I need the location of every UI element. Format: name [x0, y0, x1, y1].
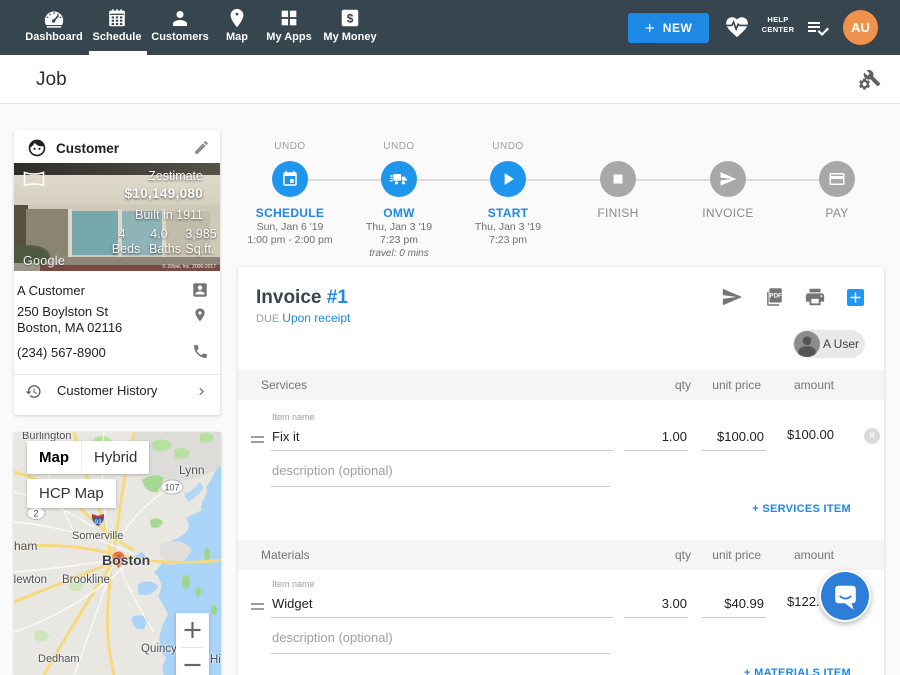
svg-text:$: $ [347, 12, 354, 26]
svg-text:107: 107 [164, 483, 179, 493]
svg-text:93: 93 [94, 519, 102, 526]
svg-text:PDF: PDF [769, 293, 782, 300]
svg-text:2: 2 [33, 509, 38, 519]
